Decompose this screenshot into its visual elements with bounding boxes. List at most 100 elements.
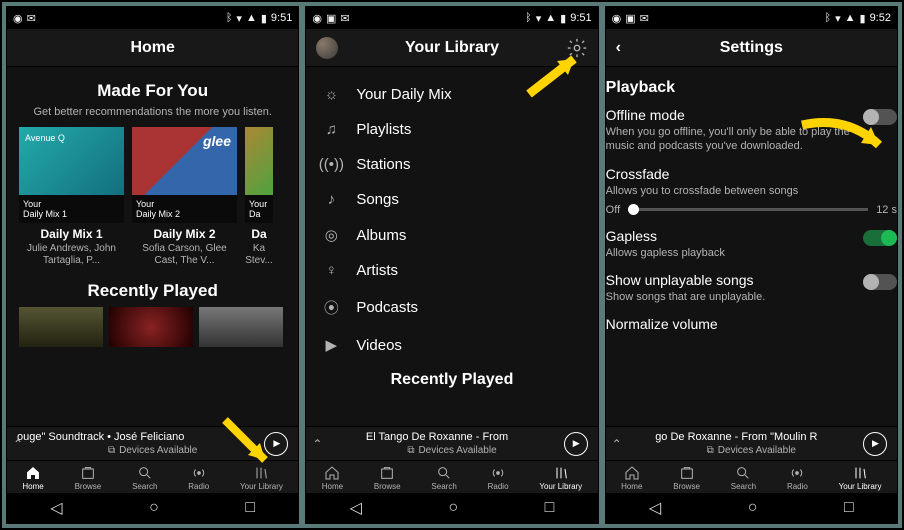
devices-available[interactable]: ⧉ Devices Available — [616, 445, 887, 456]
nav-radio[interactable]: Radio — [787, 465, 808, 491]
slider-thumb[interactable] — [628, 204, 639, 215]
header: ‹ Settings — [606, 29, 897, 67]
library-item-videos[interactable]: ▶Videos — [318, 327, 585, 363]
library-item-artists[interactable]: ♀ Artists — [318, 253, 585, 288]
back-key[interactable]: ◁ — [50, 498, 62, 518]
header: Home — [7, 29, 298, 67]
nav-home[interactable]: Home — [322, 465, 343, 491]
nav-label: Your Library — [539, 482, 582, 491]
library-item-playlists[interactable]: ♫Playlists — [318, 112, 585, 147]
play-button[interactable] — [264, 432, 288, 456]
library-item-stations[interactable]: ((•))Stations — [318, 147, 585, 182]
now-playing-bar[interactable]: ⌃ El Tango De Roxanne - From ⧉ Devices A… — [306, 426, 597, 460]
signal-icon: ▲ — [246, 12, 257, 24]
chevron-up-icon[interactable]: ⌃ — [13, 437, 23, 451]
daily-mix-cover[interactable]: Your Da — [245, 127, 273, 223]
recent-cover[interactable] — [199, 307, 283, 347]
daily-mix-card[interactable]: Your Da Da Ka Stev... — [245, 127, 273, 267]
lib-label: Artists — [356, 262, 398, 279]
stations-icon: ((•)) — [322, 156, 340, 173]
recent-cover[interactable] — [109, 307, 193, 347]
nav-search[interactable]: Search — [731, 465, 756, 491]
nav-browse[interactable]: Browse — [673, 465, 700, 491]
cover-label: Your Da — [245, 195, 273, 223]
home-key[interactable]: ○ — [448, 499, 458, 517]
chevron-up-icon[interactable]: ⌃ — [312, 437, 322, 451]
back-button[interactable]: ‹ — [616, 39, 621, 57]
devices-available[interactable]: ⧉ Devices Available — [316, 445, 587, 456]
crossfade-slider[interactable]: Off 12 s — [606, 204, 897, 216]
home-key[interactable]: ○ — [149, 499, 159, 517]
phone-2: ◉ ▣ ✉ ᛒ ▾ ▲ ▮ 9:51 Your Library ☼Your Da… — [305, 6, 598, 524]
nav-search[interactable]: Search — [132, 465, 157, 491]
library-icon — [253, 465, 269, 481]
library-item-podcasts[interactable]: ⦿Podcasts — [318, 288, 585, 327]
slider-track[interactable] — [628, 208, 868, 211]
gapless-toggle[interactable] — [863, 230, 897, 246]
videos-icon: ▶ — [322, 336, 340, 354]
bluetooth-icon: ᛒ — [226, 12, 233, 24]
card-sub: Julie Andrews, John Tartaglia, P... — [19, 243, 124, 267]
recents-key[interactable]: □ — [545, 499, 555, 517]
artists-icon: ♀ — [322, 262, 340, 279]
play-button[interactable] — [564, 432, 588, 456]
gear-icon — [566, 37, 588, 59]
radio-icon — [490, 465, 506, 481]
recents-key[interactable]: □ — [245, 499, 255, 517]
nav-home[interactable]: Home — [621, 465, 642, 491]
phone-1: ◉ ✉ ᛒ ▾ ▲ ▮ 9:51 Home Made For You Get b… — [6, 6, 299, 524]
library-item-albums[interactable]: ◎Albums — [318, 217, 585, 253]
unplayable-toggle[interactable] — [863, 274, 897, 290]
now-playing-bar[interactable]: ⌃ ouge" Soundtrack • José Feliciano ⧉ De… — [7, 426, 298, 460]
devices-available[interactable]: ⧉ Devices Available — [17, 445, 288, 456]
offline-toggle[interactable] — [863, 109, 897, 125]
nav-browse[interactable]: Browse — [75, 465, 102, 491]
back-key[interactable]: ◁ — [649, 498, 661, 518]
home-key[interactable]: ○ — [748, 499, 758, 517]
avatar[interactable] — [316, 37, 338, 59]
library-item-songs[interactable]: ♪Songs — [318, 182, 585, 217]
nav-library[interactable]: Your Library — [839, 465, 882, 491]
recent-cover[interactable] — [19, 307, 103, 347]
card-title: Daily Mix 1 — [19, 227, 124, 241]
nav-library[interactable]: Your Library — [539, 465, 582, 491]
daily-mix-cover[interactable]: Your Daily Mix 1 — [19, 127, 124, 223]
devices-icon: ⧉ — [707, 445, 714, 456]
nav-radio[interactable]: Radio — [188, 465, 209, 491]
songs-icon: ♪ — [322, 191, 340, 208]
nav-home[interactable]: Home — [22, 465, 43, 491]
settings-button[interactable] — [566, 37, 588, 59]
search-icon — [137, 465, 153, 481]
cover-label: Your Daily Mix 2 — [132, 195, 237, 223]
made-for-you-subtitle: Get better recommendations the more you … — [31, 105, 274, 119]
now-playing-bar[interactable]: ⌃ go De Roxanne - From "Moulin R ⧉ Devic… — [606, 426, 897, 460]
recents-key[interactable]: □ — [844, 499, 854, 517]
chevron-up-icon[interactable]: ⌃ — [612, 437, 622, 451]
nav-label: Home — [22, 482, 43, 491]
back-key[interactable]: ◁ — [350, 498, 362, 518]
daily-mix-cards[interactable]: Your Daily Mix 1 Daily Mix 1 Julie Andre… — [19, 127, 286, 267]
radio-icon — [191, 465, 207, 481]
daily-mix-card[interactable]: Your Daily Mix 1 Daily Mix 1 Julie Andre… — [19, 127, 124, 267]
nav-label: Radio — [188, 482, 209, 491]
devices-label: Devices Available — [718, 445, 796, 456]
home-icon — [624, 465, 640, 481]
home-content: Made For You Get better recommendations … — [7, 67, 298, 426]
nav-radio[interactable]: Radio — [488, 465, 509, 491]
play-button[interactable] — [863, 432, 887, 456]
bluetooth-icon: ᛒ — [824, 12, 831, 24]
library-icon — [852, 465, 868, 481]
library-item-daily-mix[interactable]: ☼Your Daily Mix — [318, 77, 585, 112]
spotify-notif-icon: ◉ — [612, 12, 622, 25]
daily-mix-card[interactable]: Your Daily Mix 2 Daily Mix 2 Sofia Carso… — [132, 127, 237, 267]
android-navbar: ◁ ○ □ — [7, 493, 298, 523]
statusbar: ◉ ✉ ᛒ ▾ ▲ ▮ 9:51 — [7, 7, 298, 29]
daily-mix-cover[interactable]: Your Daily Mix 2 — [132, 127, 237, 223]
albums-icon: ◎ — [322, 226, 340, 244]
nav-search[interactable]: Search — [431, 465, 456, 491]
status-time: 9:51 — [570, 12, 591, 24]
wifi-icon: ▾ — [236, 12, 242, 25]
nav-browse[interactable]: Browse — [374, 465, 401, 491]
recently-played-row[interactable] — [19, 307, 286, 347]
nav-library[interactable]: Your Library — [240, 465, 283, 491]
